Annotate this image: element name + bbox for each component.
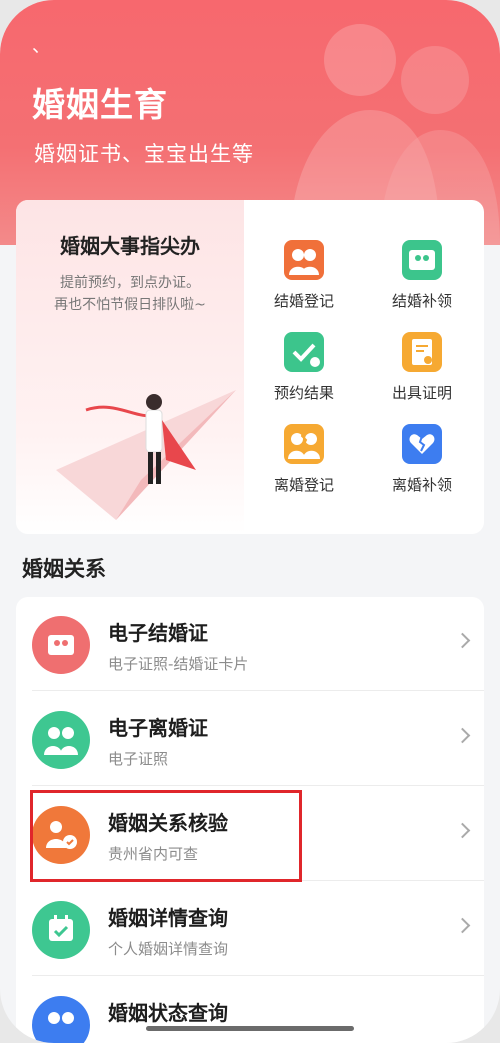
item-title: 电子离婚证: [108, 716, 208, 740]
service-label: 离婚登记: [273, 476, 334, 494]
divorce-couple-icon: [32, 711, 90, 769]
service-label: 结婚补领: [391, 292, 452, 310]
service-marriage-register[interactable]: 结婚登记: [254, 240, 354, 320]
item-subtitle: 电子证照-结婚证卡片: [108, 655, 249, 673]
couple-icon: [284, 240, 324, 280]
divider: [32, 785, 484, 786]
promo-title: 婚姻大事指尖办: [60, 234, 200, 258]
chevron-right-icon: [454, 727, 471, 744]
page-title: 婚姻生育: [32, 85, 168, 124]
service-marriage-reissue[interactable]: 结婚补领: [372, 240, 472, 320]
calendar-check-icon: [32, 901, 90, 959]
status-couple-icon: [32, 996, 90, 1043]
list-item-marriage-status[interactable]: 婚姻状态查询: [16, 977, 484, 1043]
list-item-e-divorce-cert[interactable]: 电子离婚证 电子证照: [16, 692, 484, 786]
phone-screen: 、 婚姻生育 婚姻证书、宝宝出生等 婚姻大事指尖办 提前预约，到点办证。 再也不…: [0, 0, 500, 1043]
broken-couple-icon: [284, 424, 324, 464]
certificate-icon: [402, 332, 442, 372]
id-card-icon: [402, 240, 442, 280]
services-card: 婚姻大事指尖办 提前预约，到点办证。 再也不怕节假日排队啦~ 结婚登记 结婚补领…: [16, 200, 484, 534]
chevron-right-icon: [454, 917, 471, 934]
page-subtitle: 婚姻证书、宝宝出生等: [34, 142, 254, 166]
service-label: 离婚补领: [391, 476, 452, 494]
service-issue-certificate[interactable]: 出具证明: [372, 332, 472, 412]
home-indicator[interactable]: [146, 1026, 354, 1031]
paper-plane-illustration: [56, 390, 236, 520]
divider: [32, 975, 484, 976]
check-heart-icon: [284, 332, 324, 372]
service-divorce-register[interactable]: 离婚登记: [254, 424, 354, 504]
status-mark: 、: [32, 36, 50, 57]
service-label: 结婚登记: [273, 292, 334, 310]
section-title: 婚姻关系: [22, 557, 106, 581]
service-divorce-reissue[interactable]: 离婚补领: [372, 424, 472, 504]
promo-line-2: 再也不怕节假日排队啦~: [54, 297, 206, 313]
chevron-right-icon: [454, 632, 471, 649]
service-label: 出具证明: [391, 384, 452, 402]
item-subtitle: 电子证照: [108, 750, 169, 768]
broken-heart-card-icon: [402, 424, 442, 464]
item-subtitle: 个人婚姻详情查询: [108, 940, 229, 958]
list-item-e-marriage-cert[interactable]: 电子结婚证 电子证照-结婚证卡片: [16, 597, 484, 691]
item-title: 婚姻详情查询: [108, 906, 228, 930]
promo-line-1: 提前预约，到点办证。: [60, 275, 200, 291]
list-item-marriage-detail[interactable]: 婚姻详情查询 个人婚姻详情查询: [16, 882, 484, 976]
service-appointment-result[interactable]: 预约结果: [254, 332, 354, 412]
service-label: 预约结果: [273, 384, 334, 402]
chevron-right-icon: [454, 822, 471, 839]
promo-panel: 婚姻大事指尖办 提前预约，到点办证。 再也不怕节假日排队啦~: [16, 200, 244, 534]
highlight-box: [30, 790, 302, 882]
item-title: 婚姻状态查询: [108, 1001, 228, 1025]
item-title: 电子结婚证: [108, 621, 208, 645]
divider: [32, 690, 484, 691]
marriage-card-icon: [32, 616, 90, 674]
